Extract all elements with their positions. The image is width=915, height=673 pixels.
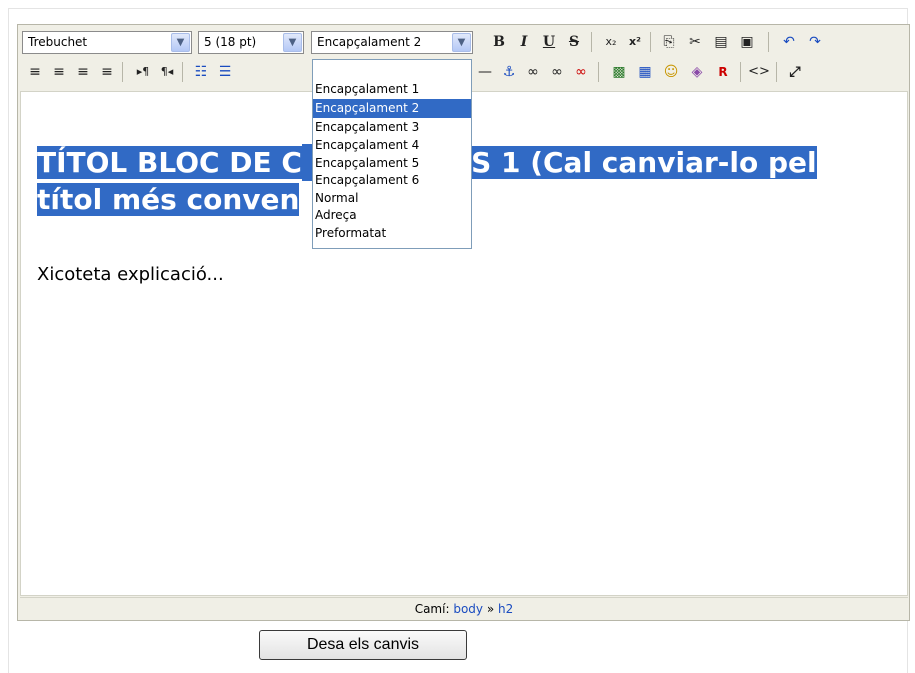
- link-icon[interactable]: ∞: [522, 61, 544, 83]
- path-label: Camí:: [414, 602, 450, 616]
- search-replace-icon[interactable]: R: [712, 61, 734, 83]
- special-char-icon[interactable]: ◈: [686, 61, 708, 83]
- toolbar-divider: [122, 62, 123, 82]
- block-format-value: Encapçalament 2: [317, 35, 422, 49]
- cut-icon[interactable]: ✂: [684, 31, 706, 53]
- toolbar-row-1: Trebuchet ▼ 5 (18 pt) ▼ Encapçalament 2 …: [18, 27, 909, 55]
- chevron-down-icon[interactable]: ▼: [452, 33, 471, 52]
- toolbar-divider: [740, 62, 741, 82]
- undo-icon[interactable]: ↶: [778, 31, 800, 53]
- strikethrough-icon[interactable]: S: [563, 31, 585, 53]
- path-separator: »: [486, 602, 495, 616]
- justify-icon[interactable]: ≡: [96, 61, 118, 83]
- rtl-icon[interactable]: ¶◂: [156, 61, 178, 83]
- toolbar-divider: [776, 62, 777, 82]
- toolbar-divider: [182, 62, 183, 82]
- dropdown-option[interactable]: Encapçalament 4: [313, 137, 471, 155]
- save-changes-button[interactable]: Desa els canvis: [259, 630, 467, 660]
- dropdown-option[interactable]: Encapçalament 1: [313, 80, 471, 99]
- html-source-icon[interactable]: <>: [748, 61, 770, 83]
- paste-word-icon[interactable]: ▣: [736, 31, 758, 53]
- copy-icon[interactable]: ⎘: [658, 31, 680, 53]
- paste-icon[interactable]: ▤: [710, 31, 732, 53]
- ordered-list-icon[interactable]: ☷: [190, 61, 212, 83]
- align-left-icon[interactable]: ≡: [24, 61, 46, 83]
- toolbar-divider: [650, 32, 651, 52]
- heading-line-1: TÍTOL BLOC DE C: [37, 146, 302, 179]
- align-right-icon[interactable]: ≡: [72, 61, 94, 83]
- unordered-list-icon[interactable]: ☰: [214, 61, 236, 83]
- horizontal-rule-icon[interactable]: —: [474, 61, 496, 83]
- font-size-select[interactable]: 5 (18 pt) ▼: [198, 31, 304, 54]
- block-format-dropdown[interactable]: Encapçalament 1 Encapçalament 2 Encapçal…: [312, 59, 472, 249]
- dropdown-option[interactable]: Preformatat: [313, 225, 471, 243]
- image-icon[interactable]: ▩: [608, 61, 630, 83]
- content-paragraph[interactable]: Xicoteta explicació...: [37, 264, 224, 285]
- path-statusbar: Camí: body » h2: [20, 597, 908, 619]
- toolbar-divider: [598, 62, 599, 82]
- nolink-icon[interactable]: ∞: [570, 61, 592, 83]
- heading-line-1b: TS 1 (Cal canviar-lo pel: [451, 146, 817, 179]
- align-center-icon[interactable]: ≡: [48, 61, 70, 83]
- heading-line-2: títol més conven: [37, 183, 300, 216]
- path-h2-link[interactable]: h2: [498, 602, 513, 616]
- bold-icon[interactable]: B: [488, 31, 510, 53]
- dropdown-option[interactable]: Encapçalament 6: [313, 172, 471, 190]
- dropdown-option[interactable]: Normal: [313, 190, 471, 208]
- dropdown-option[interactable]: Adreça: [313, 207, 471, 225]
- font-size-value: 5 (18 pt): [204, 35, 257, 49]
- table-icon[interactable]: ▦: [634, 61, 656, 83]
- toolbar-divider: [768, 32, 769, 52]
- redo-icon[interactable]: ↷: [804, 31, 826, 53]
- font-family-select[interactable]: Trebuchet ▼: [22, 31, 192, 54]
- dropdown-option[interactable]: Encapçalament 3: [313, 118, 471, 137]
- underline-icon[interactable]: U: [538, 31, 560, 53]
- fullscreen-icon[interactable]: ⤢: [784, 61, 806, 83]
- dropdown-spacer: [313, 60, 471, 80]
- dropdown-option-selected[interactable]: Encapçalament 2: [313, 99, 471, 118]
- ltr-icon[interactable]: ▸¶: [132, 61, 154, 83]
- subscript-icon[interactable]: x₂: [600, 31, 622, 53]
- font-family-value: Trebuchet: [28, 35, 88, 49]
- chevron-down-icon[interactable]: ▼: [283, 33, 302, 52]
- dropdown-option[interactable]: Encapçalament 5: [313, 155, 471, 173]
- chevron-down-icon[interactable]: ▼: [171, 33, 190, 52]
- anchor-icon[interactable]: ⚓: [498, 61, 520, 83]
- smiley-icon[interactable]: ☺: [660, 61, 682, 83]
- italic-icon[interactable]: I: [513, 31, 535, 53]
- unlink-icon[interactable]: ∞: [546, 61, 568, 83]
- superscript-icon[interactable]: x²: [624, 31, 646, 53]
- toolbar-divider: [591, 32, 592, 52]
- block-format-select[interactable]: Encapçalament 2 ▼: [311, 31, 473, 54]
- path-body-link[interactable]: body: [453, 602, 483, 616]
